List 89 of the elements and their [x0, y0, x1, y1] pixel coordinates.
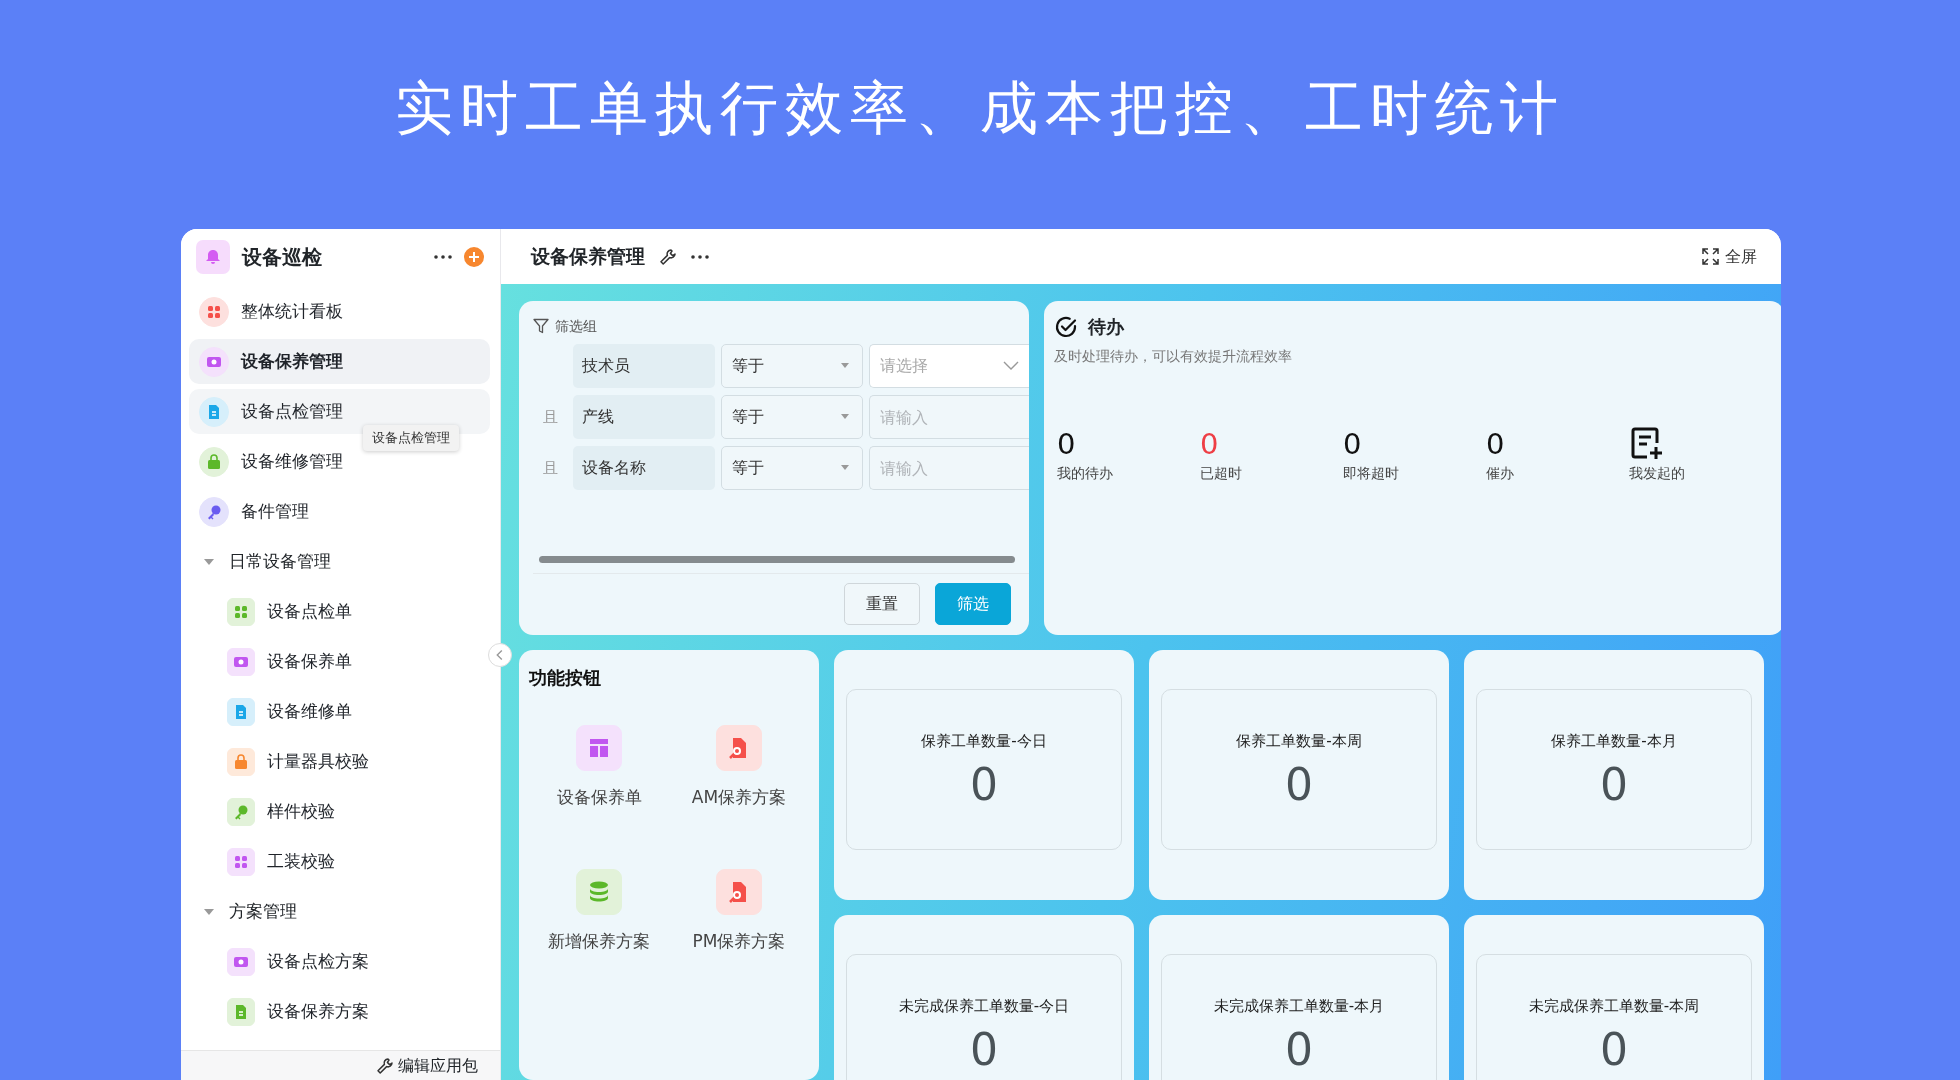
stat-title: 保养工单数量-本周	[1236, 731, 1362, 752]
function-icon	[716, 725, 762, 771]
count-label: 我的待办	[1057, 464, 1113, 483]
count-label: 即将超时	[1343, 464, 1399, 483]
menu-item[interactable]: 整体统计看板	[189, 289, 490, 334]
joiner-label: 且	[541, 457, 559, 479]
menu-group[interactable]: 方案管理	[189, 889, 490, 934]
bell-icon	[196, 239, 230, 274]
headline: 实时工单执行效率、成本把控、工时统计	[395, 73, 1565, 144]
stat-title: 未完成保养工单数量-今日	[898, 996, 1070, 1017]
menu-group[interactable]: 日常设备管理	[189, 539, 490, 584]
stat-value: 0	[970, 1023, 998, 1076]
operator-select[interactable]: 等于	[721, 446, 863, 490]
filter-icon	[533, 318, 549, 334]
stat-value: 0	[1600, 1023, 1628, 1076]
more-icon[interactable]	[691, 254, 709, 259]
menu-icon	[199, 296, 229, 327]
chevron-icon	[1003, 361, 1019, 371]
function-button[interactable]: 新增保养方案	[529, 868, 669, 954]
menu-item[interactable]: 工装校验	[189, 839, 490, 884]
todo-title: 待办	[1088, 315, 1124, 339]
field-label: 设备名称	[573, 446, 715, 490]
function-button[interactable]: 设备保养单	[529, 725, 669, 811]
stat-value: 0	[1285, 758, 1313, 811]
function-button[interactable]: PM保养方案	[669, 868, 809, 954]
scrollbar[interactable]	[539, 556, 1015, 563]
stat-value: 0	[970, 758, 998, 811]
caret-icon	[840, 414, 850, 420]
joiner-label: 且	[541, 406, 559, 428]
menu-icon	[227, 597, 255, 626]
operator-select[interactable]: 等于	[721, 344, 863, 388]
wrench-icon	[376, 1056, 394, 1075]
app-title: 设备巡检	[242, 243, 323, 271]
operator-select[interactable]: 等于	[721, 395, 863, 439]
check-circle-icon	[1054, 314, 1078, 339]
stat-value: 0	[1600, 758, 1628, 811]
menu-item[interactable]: 设备点检方案	[189, 939, 490, 984]
menu-icon	[199, 346, 229, 377]
page-title: 设备保养管理	[531, 244, 645, 270]
menu-icon	[227, 997, 255, 1026]
function-button[interactable]: AM保养方案	[669, 725, 809, 811]
reset-button[interactable]: 重置	[844, 583, 920, 625]
menu-item[interactable]: 样件校验	[189, 789, 490, 834]
input-field[interactable]: 请输入	[869, 395, 1029, 439]
count-label: 已超时	[1200, 464, 1242, 483]
function-icon	[576, 725, 622, 771]
menu-item[interactable]: 设备保养方案	[189, 989, 490, 1034]
menu-icon	[199, 496, 229, 527]
menu-icon	[227, 697, 255, 726]
menu-icon	[227, 947, 255, 976]
caret-icon	[840, 465, 850, 471]
fullscreen-button[interactable]: 全屏	[1696, 243, 1763, 270]
menu-icon	[227, 847, 255, 876]
tooltip: 设备点检管理	[363, 425, 459, 451]
stat-title: 未完成保养工单数量-本月	[1213, 996, 1385, 1017]
stat-title: 未完成保养工单数量-本周	[1528, 996, 1700, 1017]
count-label: 催办	[1486, 464, 1514, 483]
function-icon	[716, 868, 762, 915]
count-value: 0	[1057, 427, 1076, 461]
menu-icon	[227, 797, 255, 826]
functions-title: 功能按钮	[529, 666, 602, 690]
function-icon	[576, 868, 622, 915]
count-value: 0	[1486, 427, 1505, 461]
menu-icon	[199, 446, 229, 477]
field-label: 产线	[573, 395, 715, 439]
menu-item[interactable]: 设备保养单	[189, 639, 490, 684]
add-document-icon[interactable]	[1631, 427, 1663, 461]
menu-icon	[199, 396, 229, 427]
menu-item[interactable]: 设备维修单	[189, 689, 490, 734]
menu-item[interactable]: 计量器具校验	[189, 739, 490, 784]
field-label: 技术员	[573, 344, 715, 388]
menu-item[interactable]: 备件管理	[189, 489, 490, 534]
count-label: 我发起的	[1629, 464, 1685, 483]
menu-icon	[227, 747, 255, 776]
stat-title: 保养工单数量-本月	[1551, 731, 1677, 752]
count-value: 0	[1200, 427, 1219, 461]
input-field[interactable]: 请输入	[869, 446, 1029, 490]
expand-icon	[1702, 248, 1719, 265]
count-value: 0	[1343, 427, 1362, 461]
menu-item[interactable]: 设备保养管理	[189, 339, 490, 384]
more-icon[interactable]	[434, 254, 452, 259]
menu-item[interactable]: 设备点检单	[189, 589, 490, 634]
filter-group-title: 筛选组	[555, 316, 597, 336]
stat-title: 保养工单数量-今日	[921, 731, 1047, 752]
wrench-icon[interactable]	[659, 247, 677, 266]
todo-subtitle: 及时处理待办，可以有效提升流程效率	[1054, 347, 1293, 366]
menu-icon	[227, 647, 255, 676]
stat-value: 0	[1285, 1023, 1313, 1076]
caret-icon	[840, 363, 850, 369]
